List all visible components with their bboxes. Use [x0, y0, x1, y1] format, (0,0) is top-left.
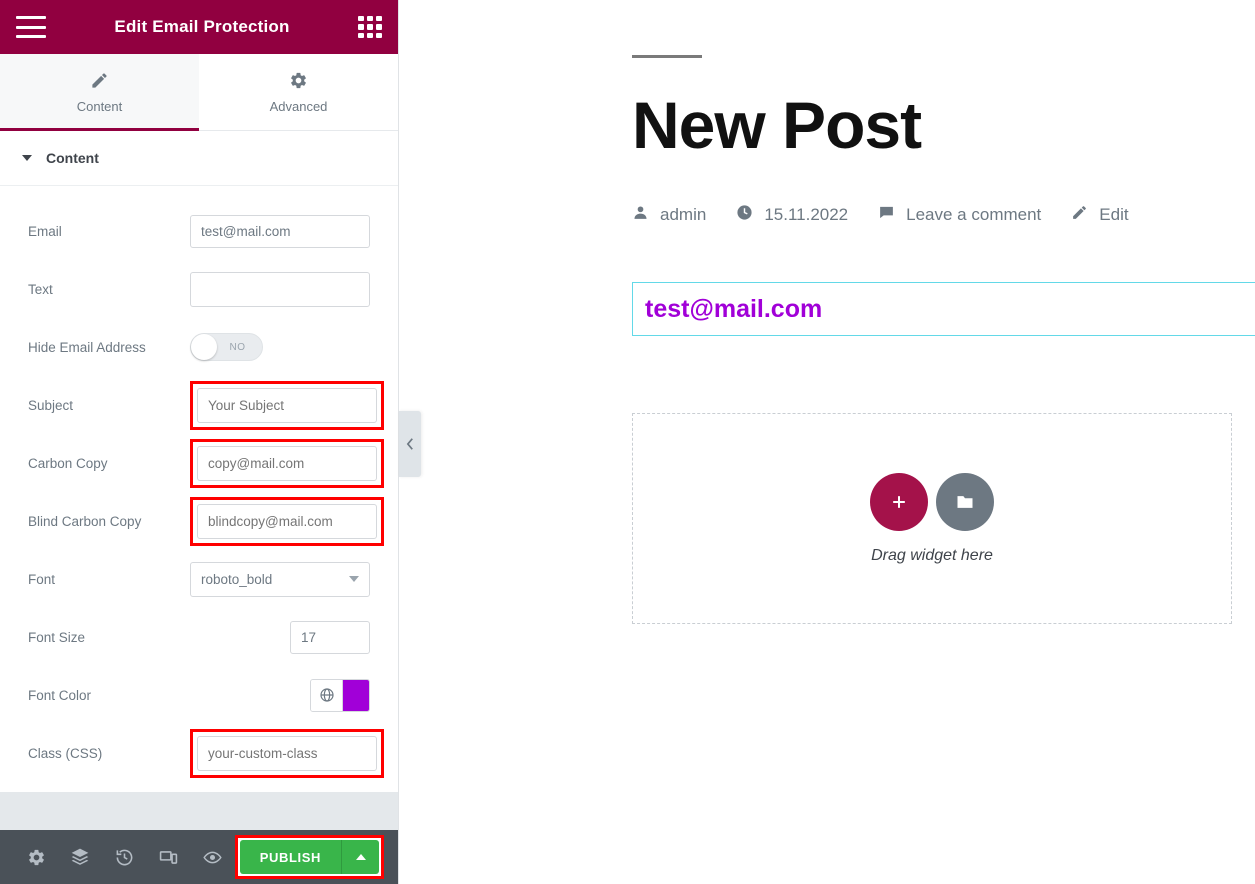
email-input[interactable] [190, 214, 370, 248]
email-widget-text: test@mail.com [645, 294, 823, 323]
meta-comment[interactable]: Leave a comment [878, 204, 1041, 226]
field-label-font: Font [28, 571, 56, 587]
field-label-text: Text [28, 281, 53, 297]
panel-footer: PUBLISH [0, 830, 398, 884]
gear-icon [289, 71, 308, 90]
dropzone-buttons [870, 472, 994, 531]
meta-edit[interactable]: Edit [1071, 204, 1129, 226]
person-icon [632, 204, 649, 226]
publish-button[interactable]: PUBLISH [239, 840, 341, 874]
font-select-value: roboto_bold [201, 571, 273, 587]
globe-icon[interactable] [311, 679, 343, 711]
field-row-font: Font roboto_bold [0, 550, 398, 608]
add-widget-button[interactable] [870, 472, 928, 531]
hamburger-icon[interactable] [16, 16, 46, 38]
pencil-icon [1071, 204, 1088, 226]
chevron-down-icon [349, 576, 359, 582]
meta-author-label: admin [660, 205, 707, 224]
field-row-font-color: Font Color [0, 666, 398, 724]
tab-advanced-label: Advanced [269, 98, 328, 114]
subject-input[interactable] [197, 387, 377, 423]
fields-list: Email Text Hide Email Address [0, 186, 398, 792]
blind-carbon-copy-input[interactable] [197, 503, 377, 539]
preview-eye-icon[interactable] [191, 830, 235, 884]
field-row-class-css: Class (CSS) [0, 724, 398, 782]
font-select[interactable]: roboto_bold [190, 561, 370, 597]
elementor-editor: Edit Email Protection Content Advanced C… [0, 0, 1255, 884]
publish-area: PUBLISH [234, 835, 384, 879]
comment-icon [878, 204, 895, 226]
tab-advanced[interactable]: Advanced [199, 54, 398, 130]
post-meta: admin 15.11.2022 Leave a comment Edit [632, 204, 1255, 226]
carbon-copy-input[interactable] [197, 445, 377, 481]
history-icon[interactable] [102, 830, 146, 884]
settings-gear-icon[interactable] [14, 830, 58, 884]
field-row-hide-email-address: Hide Email Address NO [0, 318, 398, 376]
pencil-icon [90, 71, 109, 90]
highlight-box-publish: PUBLISH [234, 835, 384, 879]
field-row-email: Email [0, 202, 398, 260]
field-row-blind-carbon-copy: Blind Carbon Copy [0, 492, 398, 550]
field-row-carbon-copy: Carbon Copy [0, 434, 398, 492]
field-label-font-size: Font Size [28, 629, 86, 645]
toggle-knob [191, 334, 217, 360]
font-color-control [310, 678, 370, 712]
field-label-blind-carbon-copy: Blind Carbon Copy [28, 513, 142, 529]
title-rule [632, 55, 702, 58]
email-protection-widget[interactable]: test@mail.com [632, 282, 1255, 336]
meta-date: 15.11.2022 [736, 204, 848, 226]
publish-options-button[interactable] [341, 840, 379, 874]
widget-dropzone[interactable]: Drag widget here [632, 413, 1232, 624]
highlight-box-carbon-copy [190, 438, 384, 488]
publish-button-group: PUBLISH [239, 840, 379, 874]
panel-tabs: Content Advanced [0, 54, 398, 131]
class-css-input[interactable] [197, 735, 377, 771]
panel-header: Edit Email Protection [0, 0, 398, 54]
caret-up-icon [355, 854, 366, 860]
meta-edit-label: Edit [1099, 205, 1129, 224]
responsive-mode-icon[interactable] [146, 830, 190, 884]
field-row-text: Text [0, 260, 398, 318]
section-title: Content [46, 150, 99, 166]
panel-bottom-spacer [0, 792, 398, 830]
dropzone-label: Drag widget here [871, 546, 993, 564]
field-row-subject: Subject [0, 376, 398, 434]
caret-down-icon [22, 155, 32, 161]
meta-author: admin [632, 204, 706, 226]
field-label-carbon-copy: Carbon Copy [28, 455, 108, 471]
panel-title: Edit Email Protection [114, 17, 290, 36]
template-library-button[interactable] [936, 472, 994, 531]
field-label-font-color: Font Color [28, 687, 92, 703]
field-label-class-css: Class (CSS) [28, 745, 103, 761]
field-label-subject: Subject [28, 397, 74, 413]
page-title: New Post [632, 88, 922, 162]
meta-date-label: 15.11.2022 [764, 205, 849, 224]
highlight-box-subject [190, 380, 384, 430]
highlight-box-blind-carbon-copy [190, 496, 384, 546]
panel-collapse-handle[interactable] [399, 411, 421, 477]
tab-content-label: Content [76, 98, 123, 114]
clock-icon [736, 204, 753, 226]
tab-content[interactable]: Content [0, 54, 199, 131]
grid-apps-icon[interactable] [358, 16, 382, 38]
field-label-email: Email [28, 223, 62, 239]
field-label-hide-email-address: Hide Email Address [28, 339, 146, 355]
toggle-state-label: NO [229, 341, 246, 353]
text-input[interactable] [190, 271, 370, 307]
meta-comment-label: Leave a comment [906, 205, 1042, 224]
font-color-swatch[interactable] [343, 679, 369, 711]
editor-panel: Edit Email Protection Content Advanced C… [0, 0, 399, 884]
highlight-box-class-css [190, 728, 384, 778]
field-row-font-size: Font Size [0, 608, 398, 666]
section-header-content[interactable]: Content [0, 131, 398, 186]
hide-email-address-toggle[interactable]: NO [190, 333, 263, 361]
preview-canvas: New Post admin 15.11.2022 Leave a commen… [399, 0, 1255, 884]
panel-body: Content Email Text [0, 131, 398, 792]
layers-navigator-icon[interactable] [58, 830, 102, 884]
font-size-input[interactable] [290, 620, 370, 654]
